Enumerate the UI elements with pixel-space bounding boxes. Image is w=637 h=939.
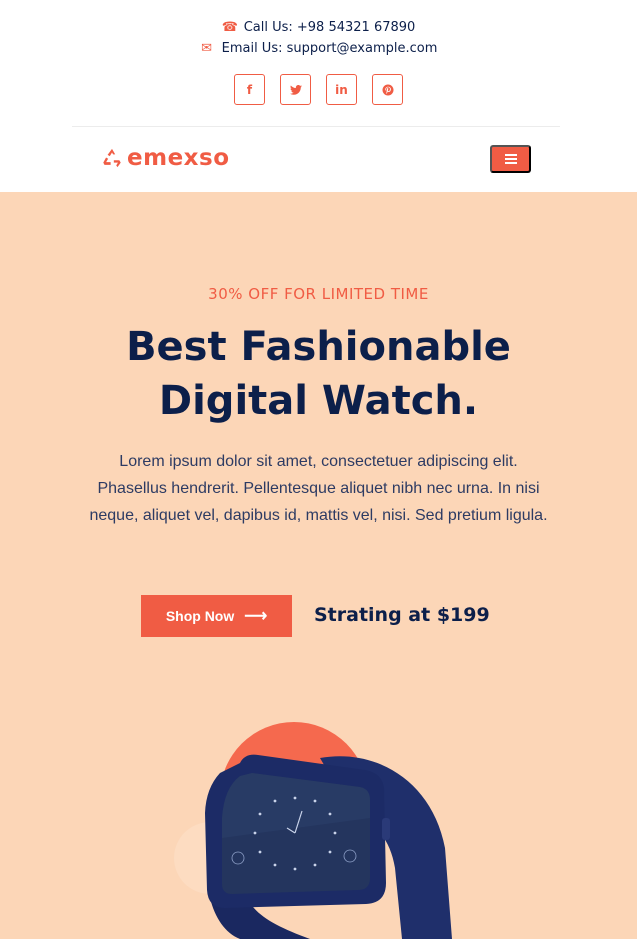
- hamburger-menu-button[interactable]: [490, 145, 531, 173]
- social-links: f in: [0, 74, 637, 105]
- phone-icon: ☎: [221, 20, 238, 35]
- facebook-icon[interactable]: f: [234, 74, 265, 105]
- envelope-icon: ✉: [201, 41, 213, 56]
- email-contact[interactable]: ✉ Email Us: support@example.com: [0, 41, 637, 56]
- phone-text: Call Us: +98 54321 67890: [243, 20, 416, 35]
- hero-title-line-2: Digital Watch.: [158, 378, 479, 424]
- logo[interactable]: emexso: [101, 145, 230, 171]
- recycle-logo-icon: [103, 148, 121, 168]
- top-contact-bar: ☎ Call Us: +98 54321 67890 ✉ Email Us: sup…: [0, 0, 637, 126]
- navbar: emexso: [0, 127, 637, 192]
- arrow-right-icon: ⟶: [244, 608, 268, 625]
- hero-description: Lorem ipsum dolor sit amet, consectetuer…: [89, 453, 548, 524]
- smartwatch-image: [174, 722, 452, 939]
- shop-now-button[interactable]: Shop Now ⟶: [141, 595, 292, 637]
- hero-section: 30% OFF FOR LIMITED TIME Best Fashionabl…: [0, 192, 637, 939]
- offer-tagline: 30% OFF FOR LIMITED TIME: [208, 285, 429, 303]
- twitter-icon[interactable]: [280, 74, 311, 105]
- hero-title: Best Fashionable Digital Watch.: [0, 320, 637, 428]
- price-text: Strating at $199: [314, 604, 490, 626]
- hamburger-icon: [504, 154, 517, 164]
- logo-text: emexso: [127, 145, 230, 171]
- email-text: Email Us: support@example.com: [221, 41, 438, 56]
- hero-title-line-1: Best Fashionable: [126, 324, 511, 370]
- shop-now-label: Shop Now: [165, 608, 235, 624]
- pinterest-icon[interactable]: [372, 74, 403, 105]
- phone-contact[interactable]: ☎ Call Us: +98 54321 67890: [0, 20, 637, 35]
- linkedin-icon[interactable]: in: [326, 74, 357, 105]
